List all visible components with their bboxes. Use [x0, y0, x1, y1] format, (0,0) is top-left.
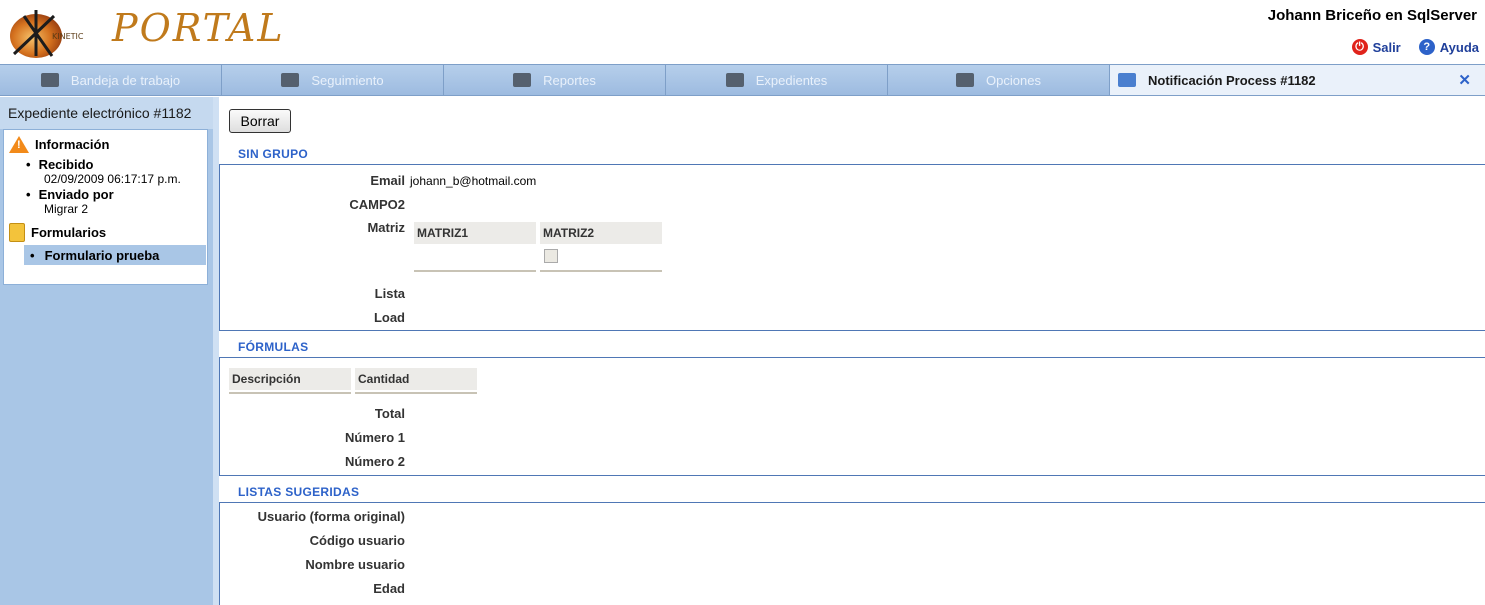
app-header: KINETIC PORTAL Johann Briceño en SqlServ…	[0, 0, 1485, 64]
selected-form-label: Formulario prueba	[44, 247, 160, 263]
help-label: Ayuda	[1439, 39, 1479, 55]
tab-expedientes[interactable]: Expedientes	[666, 65, 888, 95]
load-label: Load	[373, 310, 405, 325]
notification-icon	[1118, 73, 1136, 87]
sidebar-item-formulario-prueba[interactable]: Formulario prueba	[24, 245, 206, 265]
tab-opciones[interactable]: Opciones	[888, 65, 1110, 95]
edad-label: Edad	[373, 581, 405, 596]
svg-text:KINETIC: KINETIC	[52, 32, 84, 41]
formulas-col-cantidad: Cantidad	[355, 368, 477, 390]
matriz-col2-underline	[540, 270, 662, 272]
email-label: Email	[370, 173, 405, 188]
tab-label: Reportes	[543, 72, 596, 88]
main-tab-bar: Bandeja de trabajo Seguimiento Reportes …	[0, 64, 1485, 96]
sidebar: Expediente electrónico #1182 Información…	[0, 97, 213, 605]
folders-icon	[725, 73, 744, 87]
form-content: Borrar SIN GRUPO Email johann_b@hotmail.…	[213, 97, 1485, 605]
sidebar-tree: Información Recibido 02/09/2009 06:17:17…	[3, 129, 208, 285]
matriz-col1-underline	[414, 270, 536, 272]
usuario-label: Usuario (forma original)	[257, 509, 405, 524]
enviado-item: Enviado por Migrar 2	[4, 187, 207, 216]
info-section[interactable]: Información	[4, 136, 207, 153]
tab-label: Expedientes	[755, 72, 828, 88]
tab-seguimiento[interactable]: Seguimiento	[222, 65, 444, 95]
tab-label: Notificación Process #1182	[1148, 72, 1316, 88]
tray-icon	[40, 73, 59, 87]
info-section-label: Información	[35, 137, 110, 152]
nombre-usuario-label: Nombre usuario	[305, 557, 405, 572]
recibido-label: Recibido	[26, 157, 207, 172]
tab-label: Seguimiento	[311, 72, 384, 88]
tab-label: Opciones	[986, 72, 1041, 88]
sidebar-title: Expediente electrónico #1182	[0, 97, 213, 129]
enviado-value: Migrar 2	[44, 202, 89, 216]
email-value: johann_b@hotmail.com	[410, 174, 537, 188]
kinetic-portal-logo[interactable]: KINETIC PORTAL	[6, 4, 283, 60]
close-tab-icon[interactable]: ✕	[1458, 71, 1471, 89]
recibido-value: 02/09/2009 06:17:17 p.m.	[44, 172, 181, 186]
group-title-listas-sugeridas: LISTAS SUGERIDAS	[238, 485, 360, 499]
kinetic-logo-mark-icon: KINETIC	[10, 10, 84, 58]
tab-bandeja-de-trabajo[interactable]: Bandeja de trabajo	[0, 65, 222, 95]
matriz2-checkbox[interactable]	[544, 249, 558, 263]
numero2-label: Número 2	[345, 454, 405, 469]
tab-reportes[interactable]: Reportes	[444, 65, 666, 95]
tracking-icon	[281, 73, 300, 87]
formulas-col-descripcion: Descripción	[229, 368, 351, 390]
reports-icon	[513, 73, 532, 87]
recibido-item: Recibido 02/09/2009 06:17:17 p.m.	[4, 157, 207, 186]
numero1-label: Número 1	[345, 430, 405, 445]
matriz-label: Matriz	[367, 220, 405, 235]
form-icon	[9, 223, 25, 242]
tab-notificacion-process[interactable]: Notificación Process #1182 ✕	[1110, 65, 1485, 95]
enviado-label: Enviado por	[26, 187, 207, 202]
help-icon: ?	[1418, 39, 1435, 55]
logout-label: Salir	[1372, 39, 1401, 55]
portal-wordmark: PORTAL	[112, 6, 285, 50]
group-title-formulas: FÓRMULAS	[238, 340, 309, 354]
group-listas-sugeridas: Usuario (forma original) Código usuario …	[219, 502, 1485, 605]
power-icon: ⏻	[1351, 39, 1368, 55]
group-formulas: Descripción Cantidad Total Número 1 Núme…	[219, 357, 1485, 476]
total-label: Total	[374, 406, 405, 421]
formulas-col2-underline	[355, 392, 477, 394]
lista-label: Lista	[374, 286, 405, 301]
logout-link[interactable]: ⏻ Salir	[1351, 39, 1401, 55]
borrar-button[interactable]: Borrar	[229, 109, 291, 133]
campo2-label: CAMPO2	[349, 197, 405, 212]
codigo-usuario-label: Código usuario	[309, 533, 405, 548]
group-sin-grupo: Email johann_b@hotmail.com CAMPO2 Matriz…	[219, 164, 1485, 331]
header-links: ⏻ Salir ? Ayuda	[1351, 39, 1479, 55]
matriz-col2-header: MATRIZ2	[540, 222, 662, 244]
group-title-sin-grupo: SIN GRUPO	[238, 147, 309, 161]
forms-section-label: Formularios	[31, 225, 107, 240]
formulas-col1-underline	[229, 392, 351, 394]
help-link[interactable]: ? Ayuda	[1418, 39, 1479, 55]
matriz-col1-header: MATRIZ1	[414, 222, 536, 244]
forms-section[interactable]: Formularios	[4, 223, 207, 242]
options-icon	[956, 73, 975, 87]
warning-icon	[9, 136, 29, 153]
current-user-label: Johann Briceño en SqlServer	[1267, 7, 1477, 24]
tab-label: Bandeja de trabajo	[70, 72, 181, 88]
